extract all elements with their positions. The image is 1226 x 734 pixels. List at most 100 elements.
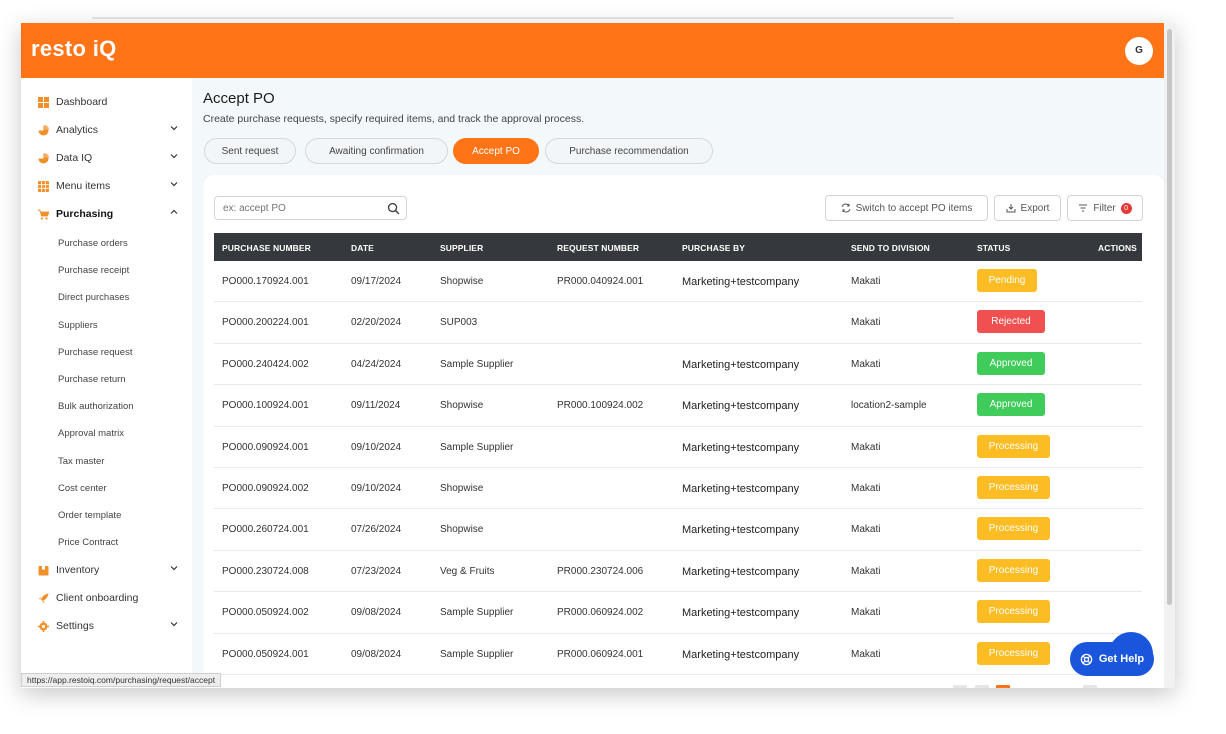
- tab-awaiting-confirmation[interactable]: Awaiting confirmation: [305, 138, 448, 164]
- column-header-status[interactable]: STATUS: [977, 243, 1010, 253]
- tab-accept-po[interactable]: Accept PO: [453, 138, 539, 164]
- sidebar-subitem-bulk-authorization[interactable]: Bulk authorization: [58, 401, 134, 412]
- supplier-cell: SUP003: [440, 317, 478, 329]
- filter-icon: [1079, 204, 1088, 212]
- table-row[interactable]: PO000.100924.001 09/11/2024 Shopwise PR000.…: [214, 385, 1142, 427]
- sidebar-subitem-tax-master[interactable]: Tax master: [58, 456, 104, 467]
- lifebuoy-icon: [1080, 653, 1093, 665]
- column-header-purchase-number[interactable]: PURCHASE NUMBER: [222, 243, 311, 253]
- supplier-cell: Shopwise: [440, 482, 484, 494]
- scrollbar-thumb[interactable]: [1167, 29, 1172, 605]
- column-header-supplier[interactable]: SUPPLIER: [440, 243, 483, 253]
- sidebar-item-analytics[interactable]: Analytics: [38, 120, 178, 140]
- table-row[interactable]: PO000.240424.002 04/24/2024 Sample Supplie…: [214, 343, 1142, 386]
- sidebar-item-settings[interactable]: Settings: [38, 616, 178, 636]
- column-header-send-to-division[interactable]: SEND TO DIVISION: [851, 243, 930, 253]
- chevron-up-icon[interactable]: [170, 208, 178, 216]
- pagination-current[interactable]: [996, 685, 1010, 688]
- chevron-down-icon[interactable]: [170, 152, 178, 160]
- sidebar-item-label: Inventory: [56, 564, 100, 576]
- sidebar-subitem-suppliers[interactable]: Suppliers: [58, 320, 98, 331]
- table-row[interactable]: PO000.170924.001 09/17/2024 Shopwise PR000.…: [214, 261, 1142, 303]
- filter-button[interactable]: Filter 0: [1067, 195, 1143, 221]
- purchase-number-cell[interactable]: PO000.170924.001: [222, 276, 309, 287]
- status-badge: Processing: [977, 558, 1050, 582]
- chevron-down-icon[interactable]: [170, 180, 178, 188]
- request-number-cell: PR000.100924.002: [557, 400, 644, 412]
- purchase-number-cell[interactable]: PO000.050924.002: [222, 607, 309, 618]
- tab-purchase-recommendation[interactable]: Purchase recommendation: [545, 138, 713, 164]
- pagination-item[interactable]: [975, 685, 989, 688]
- sidebar-subitem-purchase-request[interactable]: Purchase request: [58, 347, 132, 358]
- table-row[interactable]: PO000.090924.002 09/10/2024 Shopwise Market…: [214, 467, 1142, 510]
- search-input[interactable]: [223, 201, 383, 215]
- table-row[interactable]: PO000.050924.001 09/08/2024 Sample Supplie…: [214, 633, 1142, 675]
- sidebar-subitem-cost-center[interactable]: Cost center: [58, 483, 107, 494]
- sidebar-item-inventory[interactable]: Inventory: [38, 560, 178, 580]
- po-table: PURCHASE NUMBER DATE SUPPLIER REQUEST NUMBE…: [214, 233, 1142, 675]
- vertical-scrollbar[interactable]: [1164, 23, 1175, 688]
- tab-sent-request[interactable]: Sent request: [204, 138, 296, 164]
- pagination-next[interactable]: [1083, 685, 1097, 688]
- sidebar-subitem-purchase-receipt[interactable]: Purchase receipt: [58, 265, 129, 276]
- division-cell: Makati: [851, 607, 881, 619]
- pie-chart-icon: [38, 124, 49, 135]
- purchase-number-cell[interactable]: PO000.090924.001: [222, 442, 309, 453]
- sidebar-item-menu-items[interactable]: Menu items: [38, 176, 178, 196]
- division-cell: Makati: [851, 648, 881, 660]
- search-icon[interactable]: [387, 202, 400, 215]
- export-label: Export: [1020, 202, 1050, 214]
- table-row[interactable]: PO000.200224.001 02/20/2024 SUP003 Makati Re…: [214, 302, 1142, 344]
- table-row[interactable]: PO000.260724.001 07/26/2024 Shopwise Market…: [214, 509, 1142, 551]
- date-cell: 02/20/2024: [351, 317, 402, 329]
- chevron-down-icon[interactable]: [170, 620, 178, 628]
- sidebar-subitem-order-template[interactable]: Order template: [58, 510, 121, 521]
- division-cell: Makati: [851, 441, 881, 453]
- get-help-label: Get Help: [1098, 653, 1145, 665]
- get-help-button[interactable]: Get Help: [1070, 642, 1154, 676]
- status-url: https://app.restoiq.com/purchasing/reque…: [21, 673, 222, 687]
- po-table-card: Switch to accept PO items Export Filter …: [204, 175, 1164, 688]
- sidebar-subitem-price-contract[interactable]: Price Contract: [58, 537, 118, 548]
- chevron-down-icon[interactable]: [170, 124, 178, 132]
- table-row[interactable]: PO000.230724.008 07/23/2024 Veg & Fruits PR…: [214, 550, 1142, 593]
- sidebar-item-data-iq[interactable]: Data IQ: [38, 148, 178, 168]
- sidebar-item-client-onboarding[interactable]: Client onboarding: [38, 588, 178, 608]
- sidebar-item-dashboard[interactable]: Dashboard: [38, 92, 178, 112]
- column-header-request-number[interactable]: REQUEST NUMBER: [557, 243, 639, 253]
- purchase-by-cell: Marketing+testcompany: [682, 400, 800, 413]
- main-content: Accept PO Create purchase requests, spec…: [192, 78, 1164, 688]
- switch-to-items-button[interactable]: Switch to accept PO items: [825, 195, 988, 221]
- purchase-number-cell[interactable]: PO000.260724.001: [222, 524, 309, 535]
- purchase-number-cell[interactable]: PO000.090924.002: [222, 483, 309, 494]
- column-header-purchase-by[interactable]: PURCHASE BY: [682, 243, 745, 253]
- column-header-date[interactable]: DATE: [351, 243, 374, 253]
- top-header: resto iQ G: [21, 23, 1164, 78]
- pagination-item[interactable]: [953, 685, 967, 688]
- sidebar-subitem-purchase-orders[interactable]: Purchase orders: [58, 238, 128, 249]
- sidebar-item-label: Dashboard: [56, 96, 108, 108]
- status-badge: Approved: [977, 393, 1045, 417]
- table-row[interactable]: PO000.090924.001 09/10/2024 Sample Supplie…: [214, 426, 1142, 468]
- purchase-number-cell[interactable]: PO000.100924.001: [222, 400, 309, 411]
- purchase-number-cell[interactable]: PO000.240424.002: [222, 359, 309, 370]
- app-logo[interactable]: resto iQ: [31, 36, 117, 62]
- purchase-by-cell: Marketing+testcompany: [682, 524, 800, 537]
- purchase-number-cell[interactable]: PO000.230724.008: [222, 566, 309, 577]
- search-box[interactable]: [214, 196, 407, 220]
- chevron-down-icon[interactable]: [170, 564, 178, 572]
- division-cell: Makati: [851, 565, 881, 577]
- sidebar-item-purchasing[interactable]: Purchasing: [38, 204, 178, 224]
- export-button[interactable]: Export: [994, 195, 1061, 221]
- purchase-number-cell[interactable]: PO000.050924.001: [222, 649, 309, 660]
- purchase-number-cell[interactable]: PO000.200224.001: [222, 317, 309, 328]
- sidebar-subitem-approval-matrix[interactable]: Approval matrix: [58, 428, 124, 439]
- sidebar-subitem-purchase-return[interactable]: Purchase return: [58, 374, 126, 385]
- sidebar-item-label: Settings: [56, 620, 94, 632]
- sidebar-subitem-direct-purchases[interactable]: Direct purchases: [58, 292, 129, 303]
- supplier-cell: Sample Supplier: [440, 358, 514, 370]
- table-row[interactable]: PO000.050924.002 09/08/2024 Sample Supplie…: [214, 592, 1142, 634]
- user-avatar[interactable]: G: [1125, 37, 1153, 65]
- purchase-by-cell: Marketing+testcompany: [682, 565, 800, 578]
- column-header-actions[interactable]: ACTIONS: [1098, 243, 1137, 253]
